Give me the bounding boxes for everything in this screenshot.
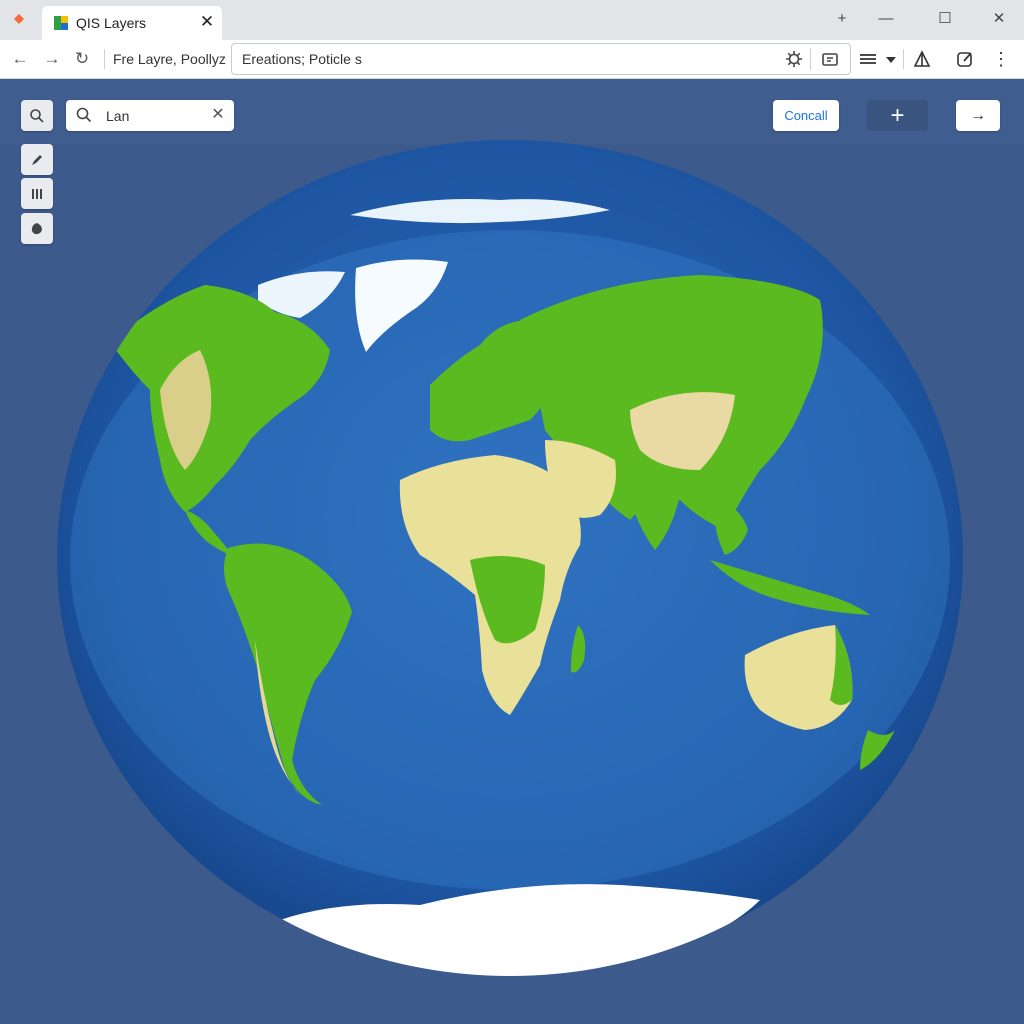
cancel-button[interactable]: Concall — [773, 100, 839, 131]
reload-button[interactable]: ↻ — [70, 47, 94, 71]
back-button[interactable]: ← — [8, 47, 32, 71]
globe-map[interactable] — [0, 79, 1024, 1024]
divider — [903, 49, 904, 69]
brush-icon — [32, 155, 42, 166]
close-window-button[interactable]: ✕ — [986, 6, 1012, 32]
close-icon[interactable]: ✕ — [196, 11, 218, 33]
address-bar[interactable]: Ereations; Poticle s — [231, 43, 851, 75]
edit-icon[interactable] — [954, 47, 976, 71]
search-icon — [30, 109, 44, 123]
search-input[interactable]: Lan ✕ — [66, 100, 234, 131]
draw-tool-button[interactable] — [21, 144, 53, 175]
address-value: Ereations; Poticle s — [242, 51, 362, 67]
layers-icon — [54, 16, 68, 30]
list-icon[interactable] — [857, 47, 879, 71]
settings-icon[interactable] — [782, 47, 806, 71]
forward-button[interactable]: → — [40, 47, 64, 71]
next-button[interactable]: → — [956, 100, 1000, 131]
search-icon — [76, 107, 92, 123]
shape-icon — [31, 223, 42, 235]
divider — [104, 49, 105, 69]
add-button[interactable]: + — [867, 100, 928, 131]
tab-title: QIS Layers — [76, 15, 147, 31]
tab-qis-layers[interactable]: QIS Layers ✕ — [42, 6, 222, 40]
map-viewport[interactable]: Lan ✕ Concall + → — [0, 79, 1024, 1024]
grid-icon — [32, 189, 42, 200]
measure-icon[interactable] — [911, 47, 933, 71]
maximize-button[interactable]: ☐ — [932, 6, 958, 32]
dropdown-icon[interactable] — [880, 47, 902, 71]
search-value: Lan — [106, 108, 130, 124]
pin-button[interactable]: + — [829, 6, 855, 32]
minimize-button[interactable]: — — [873, 6, 899, 32]
search-button[interactable] — [21, 100, 53, 131]
title-bar: QIS Layers ✕ + — ☐ ✕ — [0, 0, 1024, 40]
shape-tool-button[interactable] — [21, 213, 53, 244]
more-icon[interactable]: ⋮ — [990, 47, 1012, 71]
app-icon — [14, 14, 24, 24]
divider — [810, 48, 811, 70]
toolbar: ← → ↻ Fre Layre, Poollyz Ereations; Poti… — [0, 40, 1024, 79]
layer-label: Fre Layre, Poollyz — [113, 51, 226, 67]
tray-icon[interactable] — [818, 47, 842, 71]
clear-search-icon[interactable]: ✕ — [208, 105, 228, 125]
grid-tool-button[interactable] — [21, 178, 53, 209]
